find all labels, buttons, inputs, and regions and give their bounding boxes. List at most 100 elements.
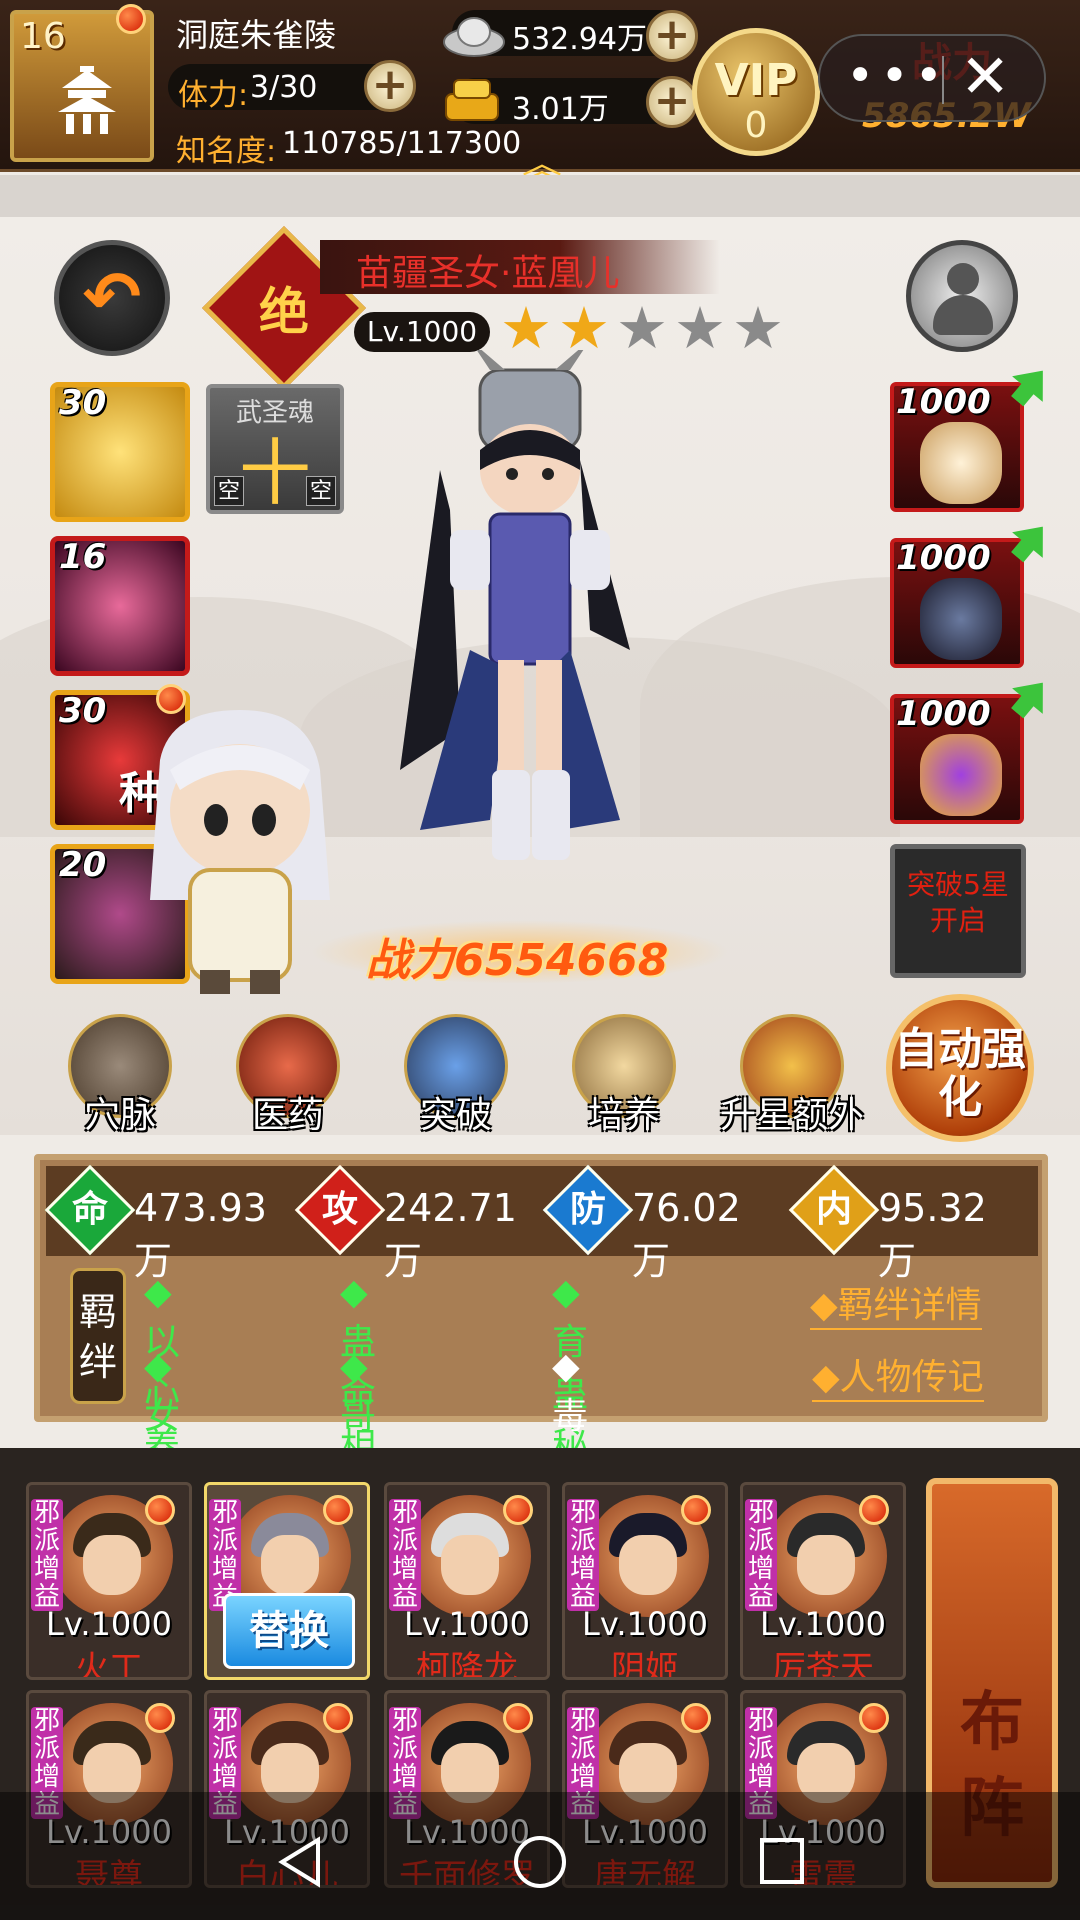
member-face — [797, 1535, 855, 1595]
soul-empty-left: 空 — [214, 476, 244, 506]
team-member-slot[interactable]: 邪派增益 Lv.1000 厉苍天 — [740, 1482, 906, 1680]
add-silver-button[interactable]: + — [646, 10, 698, 62]
member-face — [619, 1535, 677, 1595]
gold-amount: 3.01万 — [512, 92, 609, 127]
martial-soul-slot[interactable]: 武圣魂 十 空 空 — [206, 384, 344, 515]
equipment-slot-3[interactable]: 1000 — [890, 694, 1024, 824]
equipment-slot-1[interactable]: 1000 — [890, 382, 1024, 512]
star-filled-icon: ★ — [558, 294, 610, 362]
member-level: Lv.1000 — [582, 1605, 708, 1643]
action-label: 医药 — [251, 1095, 324, 1136]
team-member-slot[interactable]: 邪派增益 Lv.1000 阴姬 — [562, 1482, 728, 1680]
member-name: 厉苍天 — [772, 1649, 874, 1680]
notification-dot — [503, 1495, 533, 1525]
conch-item-icon — [920, 422, 1002, 504]
equipment-slot-2[interactable]: 1000 — [890, 538, 1024, 668]
member-name: 火工 — [75, 1649, 143, 1680]
close-icon[interactable]: ✕ — [960, 42, 1010, 112]
meridian-button[interactable]: 穴脉 — [60, 1014, 180, 1136]
biography-link[interactable]: ◆人物传记 — [812, 1348, 984, 1402]
notification-dot — [145, 1495, 175, 1525]
member-name: 阴姬 — [611, 1649, 679, 1680]
stat-value: 95.32万 — [878, 1186, 987, 1283]
fame-value: 110785/117300 — [282, 126, 522, 161]
breakthrough-button[interactable]: 突破 — [396, 1014, 516, 1136]
stat-icon-text: 防 — [569, 1189, 606, 1230]
notification-dot — [323, 1495, 353, 1525]
notification-dot — [116, 4, 146, 34]
extra-star-button[interactable]: 升星额外 — [720, 1014, 864, 1136]
hero-name: 苗疆圣女·蓝凰儿 — [356, 253, 620, 294]
team-member-slot[interactable]: 邪派增益 Lv.1000 柯降龙 — [384, 1482, 550, 1680]
star-empty-icon: ★ — [732, 294, 784, 362]
stamina-label: 体力: — [178, 78, 249, 113]
header-divider — [0, 175, 1080, 217]
vip-badge[interactable]: VIP 0 — [692, 28, 820, 156]
soul-empty-right: 空 — [306, 476, 336, 506]
orb-item-icon — [920, 734, 1002, 816]
action-label: 培养 — [587, 1095, 660, 1136]
evil-sect-buff-tag: 邪派增益 — [31, 1499, 63, 1611]
vip-label: VIP — [714, 55, 798, 106]
member-face — [83, 1535, 141, 1595]
bond-tag: 羁绊 — [70, 1268, 126, 1404]
hero-character-portrait — [400, 350, 630, 860]
capsule-divider — [942, 56, 944, 104]
team-member-slot[interactable]: 邪派增益替换 — [204, 1482, 370, 1680]
evil-sect-buff-tag: 邪派增益 — [567, 1499, 599, 1611]
member-level: Lv.1000 — [404, 1605, 530, 1643]
auto-strengthen-button[interactable]: 自动强化 — [886, 994, 1034, 1142]
stat-icon-text: 内 — [815, 1189, 852, 1230]
more-menu-button[interactable]: ••• — [846, 48, 949, 104]
notification-dot — [681, 1703, 711, 1733]
nav-back-icon[interactable] — [272, 1834, 328, 1890]
stat-icon-text: 命 — [71, 1189, 108, 1230]
vip-level: 0 — [744, 105, 768, 146]
add-stamina-button[interactable]: + — [364, 60, 416, 112]
member-face — [261, 1535, 319, 1595]
train-button[interactable]: 培养 — [564, 1014, 684, 1136]
replace-button[interactable]: 替换 — [223, 1593, 355, 1669]
notification-dot — [859, 1495, 889, 1525]
notification-dot — [503, 1703, 533, 1733]
star-empty-icon: ★ — [674, 294, 726, 362]
action-label: 升星额外 — [719, 1095, 864, 1136]
equipment-level: 1000 — [896, 694, 991, 734]
skill-level: 30 — [59, 383, 107, 423]
bond-detail-link[interactable]: ◆羁绊详情 — [810, 1276, 982, 1330]
hero-level: Lv.1000 — [354, 312, 490, 352]
skill-slot-2[interactable]: 16 — [50, 536, 190, 676]
breakthrough-locked-text: 突破5星开启 — [907, 868, 1009, 937]
player-level: 16 — [20, 16, 66, 57]
player-name: 洞庭朱雀陵 — [176, 16, 337, 54]
equipment-level: 1000 — [896, 538, 991, 578]
team-member-slot[interactable]: 邪派增益 Lv.1000 火工 — [26, 1482, 192, 1680]
gold-ingot-icon — [445, 79, 499, 121]
stat-value: 76.02万 — [632, 1186, 741, 1283]
pagoda-icon — [58, 66, 116, 134]
skill-slot-1[interactable]: 30 — [50, 382, 190, 522]
evil-sect-buff-tag: 邪派增益 — [389, 1499, 421, 1611]
notification-dot — [145, 1703, 175, 1733]
member-face — [441, 1535, 499, 1595]
nav-recents-icon[interactable] — [754, 1834, 810, 1890]
skill-level: 16 — [59, 537, 107, 577]
member-name: 柯降龙 — [416, 1649, 518, 1680]
meditation-button[interactable] — [906, 240, 1018, 352]
silver-ingot-icon — [443, 17, 505, 57]
notification-dot — [859, 1703, 889, 1733]
breakthrough-locked-slot[interactable]: 突破5星开启 — [890, 844, 1026, 978]
bond-tag-text: 羁绊 — [78, 1290, 117, 1384]
star-filled-icon: ★ — [500, 294, 552, 362]
fame-label: 知名度: — [176, 134, 277, 169]
stat-icon-text: 攻 — [321, 1189, 358, 1230]
skill-level: 20 — [59, 845, 107, 885]
action-label: 穴脉 — [83, 1095, 156, 1136]
add-gold-button[interactable]: + — [646, 76, 698, 128]
medicine-button[interactable]: 医药 — [228, 1014, 348, 1136]
action-label: 突破 — [419, 1095, 492, 1136]
nav-home-icon[interactable] — [510, 1834, 570, 1894]
back-button[interactable]: ↶ — [54, 240, 170, 356]
armor-item-icon — [920, 578, 1002, 660]
evil-sect-buff-tag: 邪派增益 — [745, 1499, 777, 1611]
